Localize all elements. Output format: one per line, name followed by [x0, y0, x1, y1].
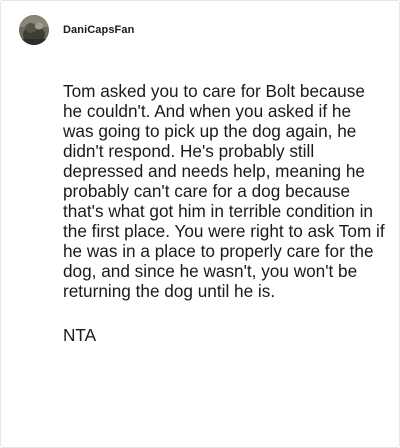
avatar[interactable]: [19, 15, 49, 45]
comment-header: DaniCapsFan: [19, 15, 134, 45]
comment-card: DaniCapsFan Tom asked you to care for Bo…: [0, 0, 400, 448]
comment-paragraph: Tom asked you to care for Bolt because h…: [63, 81, 385, 301]
comment-verdict: NTA: [63, 325, 97, 345]
user-avatar-icon: [19, 15, 49, 45]
comment-body: Tom asked you to care for Bolt because h…: [63, 81, 385, 369]
comment-username[interactable]: DaniCapsFan: [63, 24, 134, 36]
